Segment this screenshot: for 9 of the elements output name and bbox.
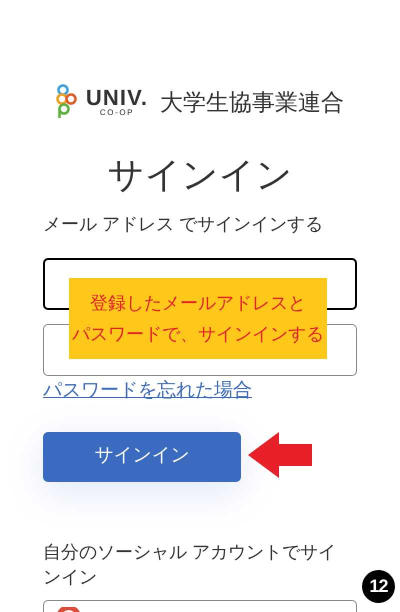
page-title: サインイン [106,153,294,197]
wordmark-subtitle: CO-OP [100,109,134,117]
callout-text: パスワードで、サインインする [72,323,324,346]
step-badge: 12 [362,570,395,603]
section-label: 自分のソーシャル アカウントでサインイン [43,540,338,588]
organization-name: 大学生協事業連合 [160,88,344,117]
section-label: メール アドレス でサインインする [43,213,324,236]
wordmark: UNIV. [86,87,148,109]
callout-text: 登録したメールアドレスと [90,292,306,314]
